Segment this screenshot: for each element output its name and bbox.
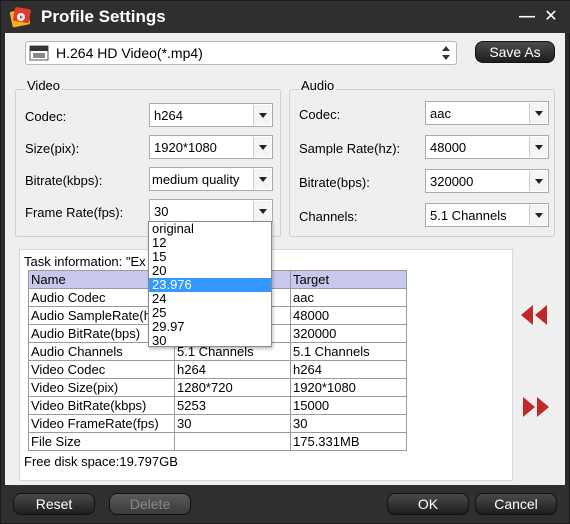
audio-codec-combo[interactable]: aac (425, 101, 549, 125)
audio-codec-label: Codec: (299, 107, 341, 122)
video-size-value: 1920*1080 (154, 140, 217, 155)
video-framerate-label: Frame Rate(fps): (25, 205, 124, 220)
audio-channels-combo[interactable]: 5.1 Channels (425, 203, 549, 227)
framerate-option[interactable]: 29.97 (149, 320, 271, 334)
audio-codec-value: aac (430, 106, 451, 121)
video-codec-label: Codec: (25, 109, 67, 124)
table-cell: Video FrameRate(fps) (28, 414, 175, 433)
table-cell (174, 432, 291, 451)
app-logo-icon (9, 7, 31, 28)
table-cell: 5253 (174, 396, 291, 415)
close-icon[interactable]: ✕ (541, 7, 561, 27)
table-cell: Video Size(pix) (28, 378, 175, 397)
video-bitrate-label: Bitrate(kbps): (25, 173, 103, 188)
ok-button[interactable]: OK (387, 493, 469, 515)
framerate-option[interactable]: 20 (149, 264, 271, 278)
framerate-option[interactable]: 25 (149, 306, 271, 320)
delete-button[interactable]: Delete (109, 493, 191, 515)
table-row: Video FrameRate(fps) 30 30 (28, 414, 407, 433)
table-cell: Video Codec (28, 360, 175, 379)
profile-settings-window: Profile Settings — ✕ H.264 HD Video(*.mp… (0, 0, 570, 524)
task-info-label: Task information: "Ex (24, 254, 146, 269)
updown-spin-icon[interactable] (439, 44, 453, 62)
framerate-option[interactable]: 15 (149, 250, 271, 264)
framerate-option[interactable]: 23.976 (149, 278, 271, 292)
audio-samplerate-combo[interactable]: 48000 (425, 135, 549, 159)
video-framerate-value: 30 (154, 204, 169, 219)
audio-channels-value: 5.1 Channels (430, 208, 507, 223)
bottom-button-bar: Reset Delete OK Cancel (1, 485, 569, 523)
video-size-combo[interactable]: 1920*1080 (149, 135, 273, 159)
audio-group-title: Audio (299, 78, 337, 93)
window-title: Profile Settings (41, 7, 166, 26)
table-row: Video Codec h264 h264 (28, 360, 407, 379)
table-cell: 48000 (290, 306, 407, 325)
chevron-down-icon[interactable] (253, 201, 271, 221)
chevron-down-icon[interactable] (253, 105, 271, 125)
audio-bitrate-label: Bitrate(bps): (299, 175, 370, 190)
table-cell: 5.1 Channels (290, 342, 407, 361)
reset-button[interactable]: Reset (13, 493, 95, 515)
video-bitrate-value: medium quality (152, 172, 240, 187)
table-row: Video Size(pix) 1280*720 1920*1080 (28, 378, 407, 397)
chevron-down-icon[interactable] (529, 137, 547, 157)
chevron-down-icon[interactable] (529, 205, 547, 225)
table-cell: Video BitRate(kbps) (28, 396, 175, 415)
chevron-down-icon[interactable] (253, 137, 271, 157)
table-row: Video BitRate(kbps) 5253 15000 (28, 396, 407, 415)
minimize-button[interactable]: — (517, 7, 537, 27)
video-bitrate-combo[interactable]: medium quality (149, 167, 273, 191)
framerate-option[interactable]: 12 (149, 236, 271, 250)
framerate-option[interactable]: original (149, 222, 271, 236)
chevron-down-icon[interactable] (529, 171, 547, 191)
video-size-label: Size(pix): (25, 141, 80, 156)
forward-right-icon[interactable] (521, 395, 551, 419)
title-bar: Profile Settings — ✕ (1, 1, 570, 33)
table-cell: h264 (174, 360, 291, 379)
table-cell: 1920*1080 (290, 378, 407, 397)
audio-samplerate-value: 48000 (430, 140, 467, 155)
save-as-button[interactable]: Save As (475, 41, 555, 63)
table-cell: 320000 (290, 324, 407, 343)
table-cell: 1280*720 (174, 378, 291, 397)
settings-content: H.264 HD Video(*.mp4) Save As Video Code… (5, 33, 565, 485)
audio-samplerate-label: Sample Rate(hz): (299, 141, 401, 156)
framerate-dropdown-list[interactable]: original 12 15 20 23.976 24 25 29.97 30 (148, 221, 272, 348)
framerate-option[interactable]: 24 (149, 292, 271, 306)
format-select-value: H.264 HD Video(*.mp4) (56, 45, 203, 61)
table-row: File Size 175.331MB (28, 432, 407, 451)
chevron-down-icon[interactable] (529, 103, 547, 123)
rewind-left-icon[interactable] (519, 303, 549, 327)
table-cell: h264 (290, 360, 407, 379)
video-codec-combo[interactable]: h264 (149, 103, 273, 127)
video-group-title: Video (25, 78, 63, 93)
chevron-down-icon[interactable] (253, 169, 271, 189)
framerate-option[interactable]: 30 (149, 334, 271, 348)
audio-bitrate-combo[interactable]: 320000 (425, 169, 549, 193)
table-cell: 30 (174, 414, 291, 433)
audio-channels-label: Channels: (299, 209, 358, 224)
free-disk-space: Free disk space:19.797GB (24, 454, 178, 469)
format-select[interactable]: H.264 HD Video(*.mp4) (25, 41, 457, 65)
table-cell: 30 (290, 414, 407, 433)
table-cell: aac (290, 288, 407, 307)
hd-video-format-icon (29, 45, 49, 61)
video-codec-value: h264 (154, 108, 183, 123)
table-cell: File Size (28, 432, 175, 451)
audio-bitrate-value: 320000 (430, 174, 474, 189)
table-header-cell: Target (290, 270, 407, 289)
table-cell: 175.331MB (290, 432, 407, 451)
cancel-button[interactable]: Cancel (475, 493, 557, 515)
table-cell: 15000 (290, 396, 407, 415)
video-framerate-combo[interactable]: 30 (149, 199, 273, 223)
